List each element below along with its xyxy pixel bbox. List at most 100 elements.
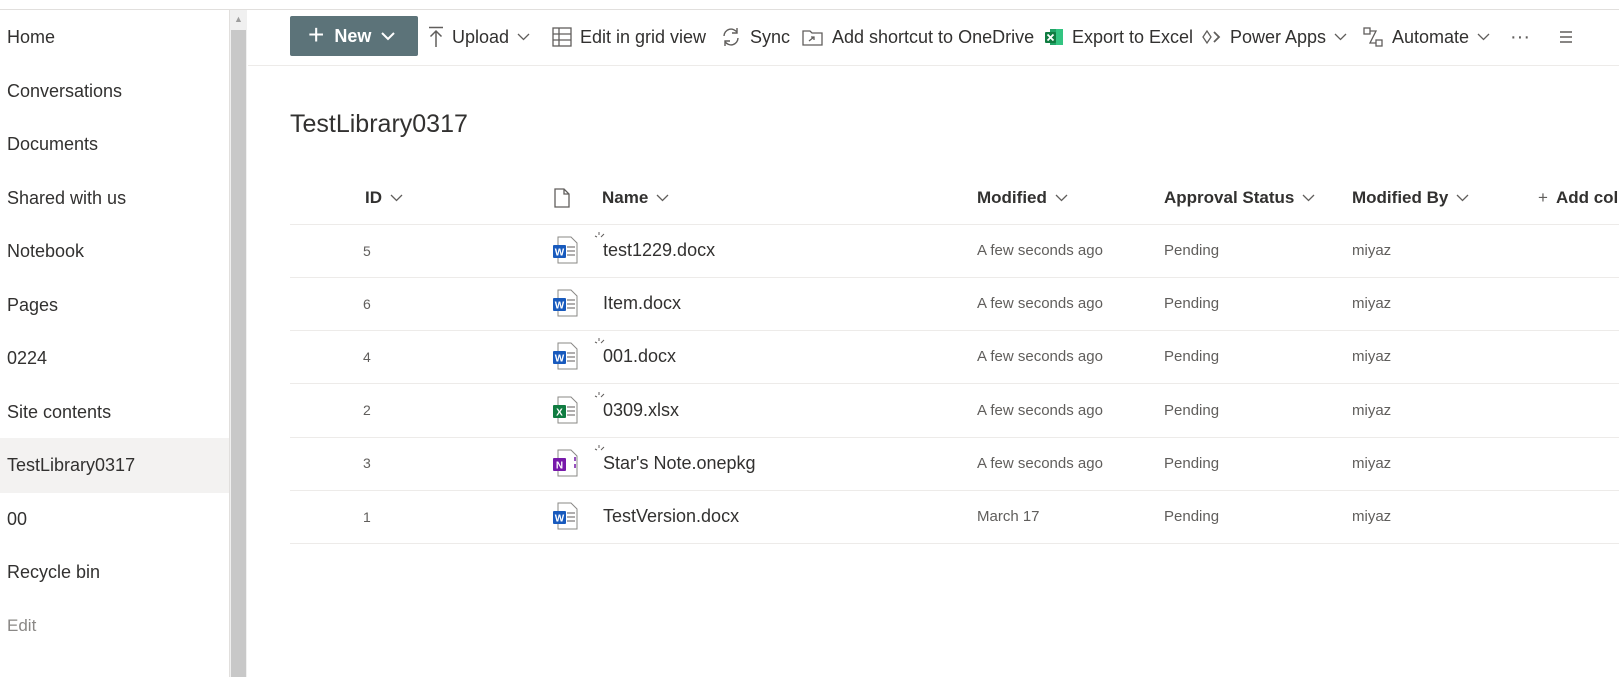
- add-shortcut-icon: [802, 30, 823, 46]
- more-icon[interactable]: ···: [1510, 18, 1530, 56]
- nav-item-label: Shared with us: [7, 188, 127, 208]
- new-button-label: New: [334, 25, 372, 46]
- nav-item-site-contents[interactable]: Site contents: [0, 385, 229, 440]
- nav-item-home[interactable]: Home: [0, 10, 229, 65]
- nav-item-label: Home: [7, 27, 56, 47]
- row-id: 3: [363, 455, 371, 472]
- nav-item-label: 00: [7, 509, 28, 529]
- svg-text:W: W: [555, 301, 565, 312]
- table-row[interactable]: 1 W TestVersion.docx March 17 Pending miyaz: [290, 490, 1619, 544]
- column-header-modified[interactable]: Modified: [977, 172, 1068, 224]
- file-name-link[interactable]: Item.docx: [603, 277, 681, 330]
- svg-text:W: W: [555, 354, 565, 365]
- nav-item-0224[interactable]: 0224: [0, 331, 229, 386]
- file-name-link[interactable]: Star's Note.onepkg: [603, 437, 756, 490]
- nav-item-conversations[interactable]: Conversations: [0, 64, 229, 119]
- nav-item-00[interactable]: 00: [0, 492, 229, 547]
- scroll-up-arrow-icon[interactable]: ▲: [230, 10, 247, 28]
- svg-text:N: N: [556, 460, 563, 471]
- nav-item-label: Pages: [7, 295, 59, 315]
- chevron-down-icon: [517, 33, 530, 41]
- modified-date: A few seconds ago: [977, 454, 1103, 472]
- new-button[interactable]: + New: [290, 16, 418, 56]
- column-header-label: Name: [602, 188, 649, 207]
- file-name-link[interactable]: test1229.docx: [603, 224, 715, 277]
- nav-item-recycle-bin[interactable]: Recycle bin: [0, 545, 229, 600]
- column-header-label: ID: [365, 188, 382, 207]
- add-column-button[interactable]: + Add col: [1538, 172, 1618, 224]
- column-header-label: Approval Status: [1164, 188, 1295, 207]
- nav-item-label: Notebook: [7, 241, 85, 261]
- modified-date: March 17: [977, 508, 1040, 525]
- nav-scrollbar[interactable]: ▲: [229, 10, 247, 677]
- plus-icon: +: [308, 18, 325, 50]
- modified-date: A few seconds ago: [977, 295, 1103, 313]
- onenote-icon: N: [553, 449, 578, 477]
- table-row[interactable]: 4 W 001.docx A few seconds ago Pending miyaz: [290, 330, 1619, 385]
- chevron-down-icon: [1055, 194, 1068, 202]
- upload-button[interactable]: Upload: [428, 18, 530, 56]
- top-border: [0, 0, 1619, 10]
- export-to-excel-button[interactable]: Export to Excel: [1044, 18, 1193, 56]
- nav-item-documents[interactable]: Documents: [0, 117, 229, 172]
- chevron-down-icon: [656, 194, 669, 202]
- nav-item-label: TestLibrary0317: [7, 455, 136, 475]
- table-row[interactable]: 2 X 0309.xlsx A few seconds ago Pending miyaz: [290, 384, 1619, 438]
- row-id: 2: [363, 402, 371, 419]
- column-header-modified-by[interactable]: Modified By: [1352, 172, 1469, 224]
- nav-item-label: Conversations: [7, 81, 123, 101]
- modified-by-link[interactable]: miyaz: [1352, 490, 1391, 543]
- nav-item-pages[interactable]: Pages: [0, 278, 229, 333]
- column-header-name[interactable]: Name: [602, 172, 669, 224]
- nav-item-label: 0224: [7, 348, 48, 368]
- nav-item-notebook[interactable]: Notebook: [0, 224, 229, 279]
- approval-status: Pending: [1164, 295, 1220, 313]
- sync-button[interactable]: Sync: [720, 18, 790, 56]
- word-icon: W: [553, 502, 578, 530]
- modified-by-link[interactable]: miyaz: [1352, 277, 1391, 330]
- command-bar: + New Upload Edit in grid view Sync Add …: [248, 10, 1619, 66]
- svg-text:W: W: [555, 248, 565, 259]
- edit-in-grid-view-button[interactable]: Edit in grid view: [552, 18, 706, 56]
- approval-status: Pending: [1164, 508, 1220, 525]
- table-row[interactable]: 5 Wtest1229.docx A few seconds ago Pending m…: [290, 224, 1619, 278]
- approval-status: Pending: [1164, 454, 1220, 472]
- excel-icon: X: [553, 396, 578, 424]
- column-header-label: Modified: [977, 188, 1047, 207]
- more-label: ···: [1510, 25, 1530, 48]
- column-header-approval-status[interactable]: Approval Status: [1164, 172, 1315, 224]
- chevron-down-icon: [1456, 194, 1469, 202]
- file-name-link[interactable]: 001.docx: [603, 330, 676, 383]
- add-shortcut-label: Add shortcut to OneDrive: [832, 26, 1035, 47]
- file-name-link[interactable]: 0309.xlsx: [603, 384, 679, 437]
- nav-edit-link[interactable]: Edit: [0, 598, 229, 653]
- svg-text:X: X: [556, 407, 563, 418]
- column-header-id[interactable]: ID: [365, 172, 403, 224]
- modified-by-link[interactable]: miyaz: [1352, 384, 1391, 437]
- excel-icon: [1045, 29, 1063, 45]
- table-row[interactable]: 3 N Star's Note.onepkg A few seconds ago Pen…: [290, 437, 1619, 491]
- edit-in-grid-view-label: Edit in grid view: [580, 26, 707, 47]
- row-id: 4: [363, 348, 371, 365]
- table-row[interactable]: 6 W Item.docx A few seconds ago Pending miyaz: [290, 277, 1619, 332]
- nav-item-testlibrary0317[interactable]: TestLibrary0317: [0, 438, 229, 493]
- word-icon: W: [553, 236, 578, 264]
- approval-status: Pending: [1164, 242, 1220, 259]
- modified-by-link[interactable]: miyaz: [1352, 224, 1391, 277]
- scroll-thumb[interactable]: [231, 30, 246, 677]
- column-header-file-type[interactable]: [554, 172, 570, 224]
- nav-item-label: Site contents: [7, 402, 112, 422]
- modified-by-link[interactable]: miyaz: [1352, 437, 1391, 490]
- modified-by-link[interactable]: miyaz: [1352, 330, 1391, 383]
- file-name-link[interactable]: TestVersion.docx: [603, 490, 739, 543]
- view-options-button[interactable]: [1558, 18, 1572, 56]
- row-id: 5: [363, 242, 371, 259]
- approval-status: Pending: [1164, 401, 1220, 419]
- add-shortcut-to-onedrive-button[interactable]: Add shortcut to OneDrive: [802, 18, 1034, 56]
- power-apps-button[interactable]: Power Apps: [1202, 18, 1347, 56]
- chevron-down-icon: [390, 194, 403, 202]
- left-navigation: Home Conversations Documents Shared with…: [0, 10, 229, 677]
- table-header: ID Name Modified Approval Status Modifie…: [290, 172, 1619, 225]
- nav-item-shared-with-us[interactable]: Shared with us: [0, 171, 229, 226]
- automate-button[interactable]: Automate: [1362, 18, 1490, 56]
